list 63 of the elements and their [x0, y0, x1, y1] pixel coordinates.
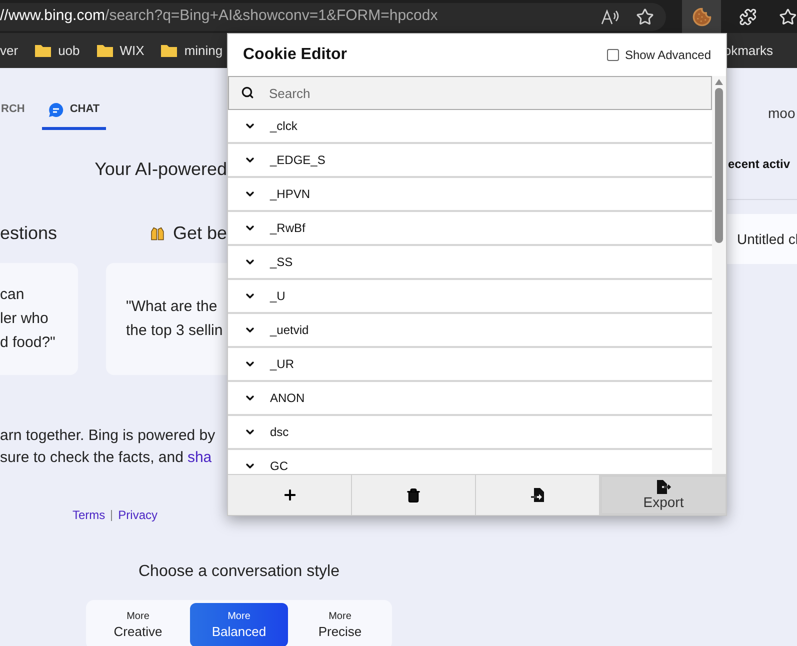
favorite-add-icon[interactable]	[636, 8, 654, 26]
card-text: the top 3 sellin	[126, 321, 224, 341]
folder-icon	[34, 43, 52, 58]
scrollbar-thumb[interactable]	[715, 88, 723, 243]
extensions-icon[interactable]	[739, 8, 758, 26]
disclaimer-text: sure to check the facts, and	[0, 448, 184, 468]
privacy-link[interactable]: Privacy	[118, 506, 158, 524]
cookie-row[interactable]: _clck	[228, 110, 712, 144]
section-heading: estions	[0, 222, 58, 244]
delete-button[interactable]	[352, 475, 476, 515]
file-export-icon	[656, 480, 672, 494]
cookie-row[interactable]: ANON	[228, 382, 712, 416]
cookie-row[interactable]: _uetvid	[228, 314, 712, 348]
favorites-icon[interactable]	[779, 8, 797, 26]
url-host: //www.bing.com	[0, 6, 106, 26]
cookie-row[interactable]: _HPVN	[228, 178, 712, 212]
recent-activity-heading: ecent activ	[728, 156, 792, 173]
user-name: moo	[768, 104, 796, 123]
terms-link[interactable]: Terms	[72, 506, 106, 524]
show-advanced-checkbox[interactable]: Show Advanced	[606, 46, 711, 64]
nav-tab[interactable]: RCH	[0, 92, 26, 130]
cookie-row[interactable]: _EDGE_S	[228, 144, 712, 178]
suggestion-card[interactable]: can ler who d food?"	[0, 263, 78, 375]
tagline: Your AI-powered	[94, 158, 227, 181]
file-import-icon	[530, 487, 546, 503]
style-option[interactable]: More Creative	[89, 603, 187, 646]
popup-title: Cookie Editor	[243, 45, 348, 65]
suggestion-card[interactable]: "What are the the top 3 sellin	[106, 263, 227, 375]
search-icon	[241, 86, 254, 99]
share-link[interactable]: sha	[187, 447, 212, 469]
address-bar[interactable]: //www.bing.com/search?q=Bing+AI&showconv=1&FORM=hpcodx	[0, 2, 666, 30]
disclaimer-text: arn together. Bing is powered by	[0, 426, 216, 446]
style-option[interactable]: More Balanced	[190, 603, 288, 646]
bookmark[interactable]: ver	[0, 40, 18, 60]
card-text: ler who	[0, 309, 50, 329]
card-text: can	[0, 285, 26, 305]
card-text: "What are the	[126, 297, 218, 317]
search-field[interactable]: Search	[228, 76, 712, 110]
folder-icon	[96, 43, 114, 58]
extension-button[interactable]	[682, 0, 722, 33]
trash-icon	[406, 488, 421, 502]
bookmark[interactable]: uob	[34, 40, 80, 60]
cookie-row[interactable]: _RwBf	[228, 212, 712, 246]
export-button[interactable]: Export	[600, 475, 726, 515]
style-option[interactable]: More Precise	[291, 603, 389, 646]
cookie-row[interactable]: _UR	[228, 348, 712, 382]
section-heading: Choose a conversation style	[138, 562, 340, 582]
scroll-up-icon[interactable]	[715, 79, 723, 85]
cookie-icon	[692, 6, 712, 26]
cookie-row[interactable]: _U	[228, 280, 712, 314]
card-text: d food?"	[0, 333, 56, 353]
bookmark[interactable]: mining	[160, 40, 223, 60]
chat-bubble-icon	[48, 102, 64, 118]
cookie-row[interactable]: dsc	[228, 416, 712, 450]
url-path: /search?q=Bing+AI&showconv=1&FORM=hpcodx	[105, 6, 438, 26]
folder-icon	[160, 43, 178, 58]
plus-icon	[282, 487, 298, 503]
cookie-row[interactable]: _SS	[228, 246, 712, 280]
nav-tab[interactable]: CHAT	[42, 92, 106, 130]
section-heading: Get be	[172, 222, 227, 244]
read-aloud-icon	[600, 8, 620, 26]
bookmark[interactable]: WIX	[96, 40, 144, 60]
import-button[interactable]	[476, 475, 600, 515]
